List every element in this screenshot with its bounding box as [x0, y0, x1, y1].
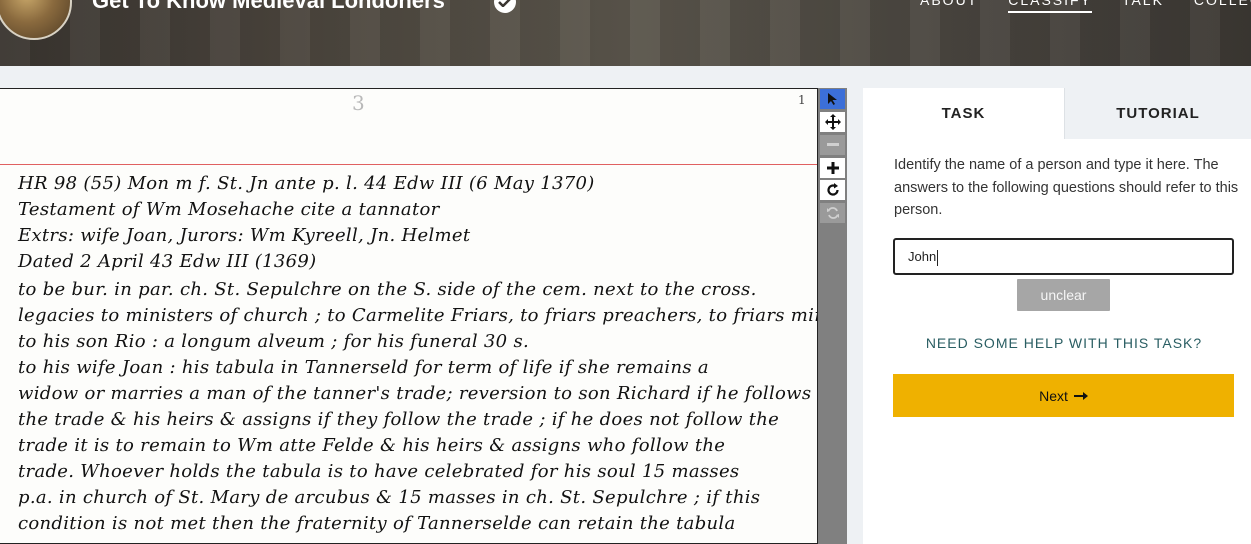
minus-icon — [826, 143, 839, 146]
rotate-button[interactable] — [820, 180, 845, 200]
project-avatar[interactable] — [0, 0, 72, 40]
transcript-line: widow or marries a man of the tanner's t… — [18, 383, 812, 404]
move-tool-button[interactable] — [820, 112, 845, 132]
tab-tutorial[interactable]: TUTORIAL — [1064, 88, 1251, 139]
viewer-toolbar — [818, 88, 847, 544]
plus-icon — [826, 162, 839, 174]
transcript-line: to his wife Joan : his tabula in Tanners… — [18, 357, 709, 378]
reset-button[interactable] — [820, 203, 845, 223]
task-instructions: Identify the name of a person and type i… — [894, 157, 1239, 218]
transcript-line: Extrs: wife Joan, Jurors: Wm Kyreell, Jn… — [18, 225, 471, 246]
help-link[interactable]: NEED SOME HELP WITH THIS TASK? — [863, 335, 1251, 351]
page-number: 3 — [352, 91, 365, 115]
page-number: 1 — [798, 93, 806, 107]
subject-viewer[interactable]: 3 1 HR 98 (55) Mon m f. St. Jn ante p. l… — [0, 88, 818, 544]
transcript-line: trade it is to remain to Wm atte Felde &… — [18, 435, 726, 456]
task-panel: TASK TUTORIAL Identify the name of a per… — [863, 88, 1251, 544]
nav-classify[interactable]: CLASSIFY — [1008, 0, 1092, 13]
unclear-button[interactable]: unclear — [1017, 279, 1110, 311]
transcript-line: p.a. in church of St. Mary de arcubus & … — [18, 487, 761, 508]
name-answer-field[interactable]: John — [893, 238, 1234, 275]
pointer-tool-button[interactable] — [820, 89, 845, 109]
transcript-line: to be bur. in par. ch. St. Sepulchre on … — [18, 279, 757, 300]
tab-task[interactable]: TASK — [863, 88, 1064, 139]
transcript-line: trade. Whoever holds the tabula is to ha… — [18, 461, 740, 482]
transcript-line: Dated 2 April 43 Edw III (1369) — [18, 251, 317, 272]
move-arrows-icon — [824, 114, 841, 130]
project-header: Get To Know Medieval Londoners ABOUT CLA… — [0, 0, 1251, 66]
answer-value: John — [908, 249, 937, 264]
transcript-line: condition is not met then the fraternity… — [18, 513, 736, 534]
arrow-right-icon — [1073, 391, 1088, 400]
transcript-line: legacies to ministers of church ; to Car… — [18, 305, 818, 326]
text-caret — [937, 249, 939, 266]
next-label: Next — [1039, 387, 1068, 404]
verified-check-icon — [494, 0, 516, 13]
margin-line — [0, 164, 817, 165]
pointer-icon — [827, 93, 837, 105]
panel-tabs: TASK TUTORIAL — [863, 88, 1251, 139]
reset-icon — [826, 207, 839, 219]
zoom-in-button[interactable] — [820, 158, 845, 178]
transcript-line: HR 98 (55) Mon m f. St. Jn ante p. l. 44… — [18, 173, 595, 194]
transcript-line: to his son Rio : a longum alveum ; for h… — [18, 331, 529, 352]
next-button[interactable]: Next — [893, 374, 1234, 417]
zoom-out-button[interactable] — [820, 135, 845, 155]
nav-talk[interactable]: TALK — [1122, 0, 1164, 13]
transcript-line: Testament of Wm Mosehache cite a tannato… — [18, 199, 440, 220]
nav-about[interactable]: ABOUT — [920, 0, 978, 13]
transcript-line: the trade & his heirs & assigns if they … — [18, 409, 780, 430]
project-nav: ABOUT CLASSIFY TALK COLLECT — [920, 0, 1251, 13]
project-title[interactable]: Get To Know Medieval Londoners — [92, 0, 445, 14]
rotate-icon — [826, 183, 839, 196]
nav-collect[interactable]: COLLECT — [1194, 0, 1251, 13]
